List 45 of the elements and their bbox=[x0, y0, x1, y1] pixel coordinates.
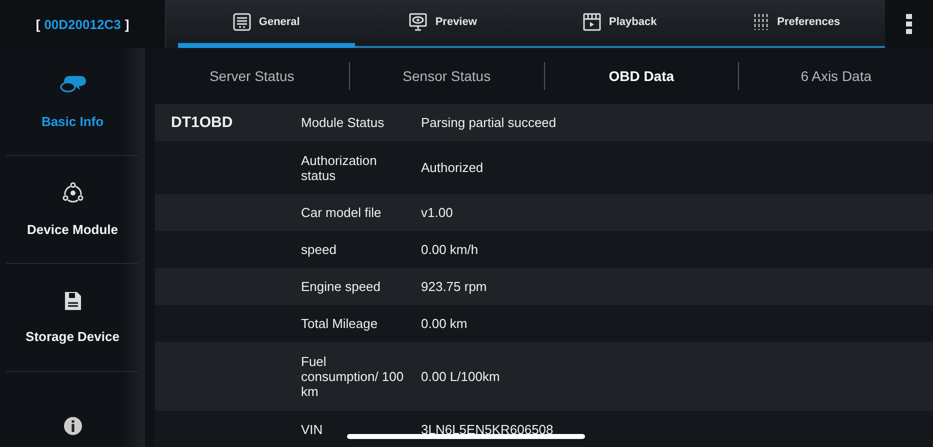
field-value: Parsing partial succeed bbox=[421, 115, 556, 130]
more-menu-button[interactable] bbox=[885, 0, 933, 48]
bracket: ] bbox=[124, 16, 130, 32]
field-label: Car model file bbox=[301, 205, 382, 220]
sub-tab[interactable]: Server Status bbox=[155, 62, 349, 90]
tab-label: General bbox=[258, 16, 300, 28]
field-label: Authorization status bbox=[301, 152, 378, 182]
bracket: [ bbox=[36, 16, 40, 32]
field-value: 0.00 km bbox=[421, 316, 468, 331]
field-value: v1.00 bbox=[421, 205, 453, 220]
field-value: 3LN6L5EN5KR606508 bbox=[421, 422, 554, 436]
field-label: speed bbox=[301, 242, 338, 257]
sub-tab[interactable]: OBD Data bbox=[544, 62, 738, 90]
nav-tab[interactable]: Preferences bbox=[708, 0, 885, 48]
field-label: Total Mileage bbox=[301, 316, 379, 331]
tab-label: Playback bbox=[609, 16, 657, 28]
device-id: 00D20012C3 bbox=[44, 16, 121, 32]
field-label: VIN bbox=[301, 422, 324, 436]
more-icon bbox=[906, 14, 912, 34]
sidebar-label: Device Module bbox=[26, 222, 118, 237]
field-label: Module Status bbox=[301, 115, 386, 130]
field-value: 923.75 rpm bbox=[421, 279, 487, 294]
monitor-eye-icon bbox=[409, 12, 428, 30]
video-icon bbox=[583, 12, 602, 30]
module-name: DT1OBD bbox=[171, 114, 233, 131]
sidebar-item[interactable]: Storage Device bbox=[6, 264, 139, 372]
field-value: Authorized bbox=[421, 160, 484, 175]
tab-label: Preview bbox=[435, 16, 477, 28]
field-value: 0.00 L/100km bbox=[421, 369, 500, 384]
nav-tab[interactable]: Preview bbox=[354, 0, 532, 48]
sidebar-label: Storage Device bbox=[26, 329, 120, 344]
sidebar-item[interactable]: Basic Info bbox=[6, 48, 139, 156]
nodes-icon bbox=[62, 182, 84, 204]
tab-label: Preferences bbox=[777, 16, 840, 28]
sidebar-label: Basic Info bbox=[41, 114, 104, 129]
field-label: Engine speed bbox=[301, 279, 382, 294]
sliders-icon bbox=[753, 12, 770, 30]
info-icon bbox=[62, 416, 82, 436]
grid-icon bbox=[232, 12, 251, 30]
sub-tab[interactable]: 6 Axis Data bbox=[738, 62, 933, 90]
sidebar-item[interactable]: Device Module bbox=[6, 156, 139, 264]
field-value: 0.00 km/h bbox=[421, 242, 478, 257]
field-label: Fuel consumption/ 100 km bbox=[301, 354, 405, 399]
sub-tab[interactable]: Sensor Status bbox=[348, 62, 544, 90]
nav-tab[interactable]: Playback bbox=[532, 0, 708, 48]
